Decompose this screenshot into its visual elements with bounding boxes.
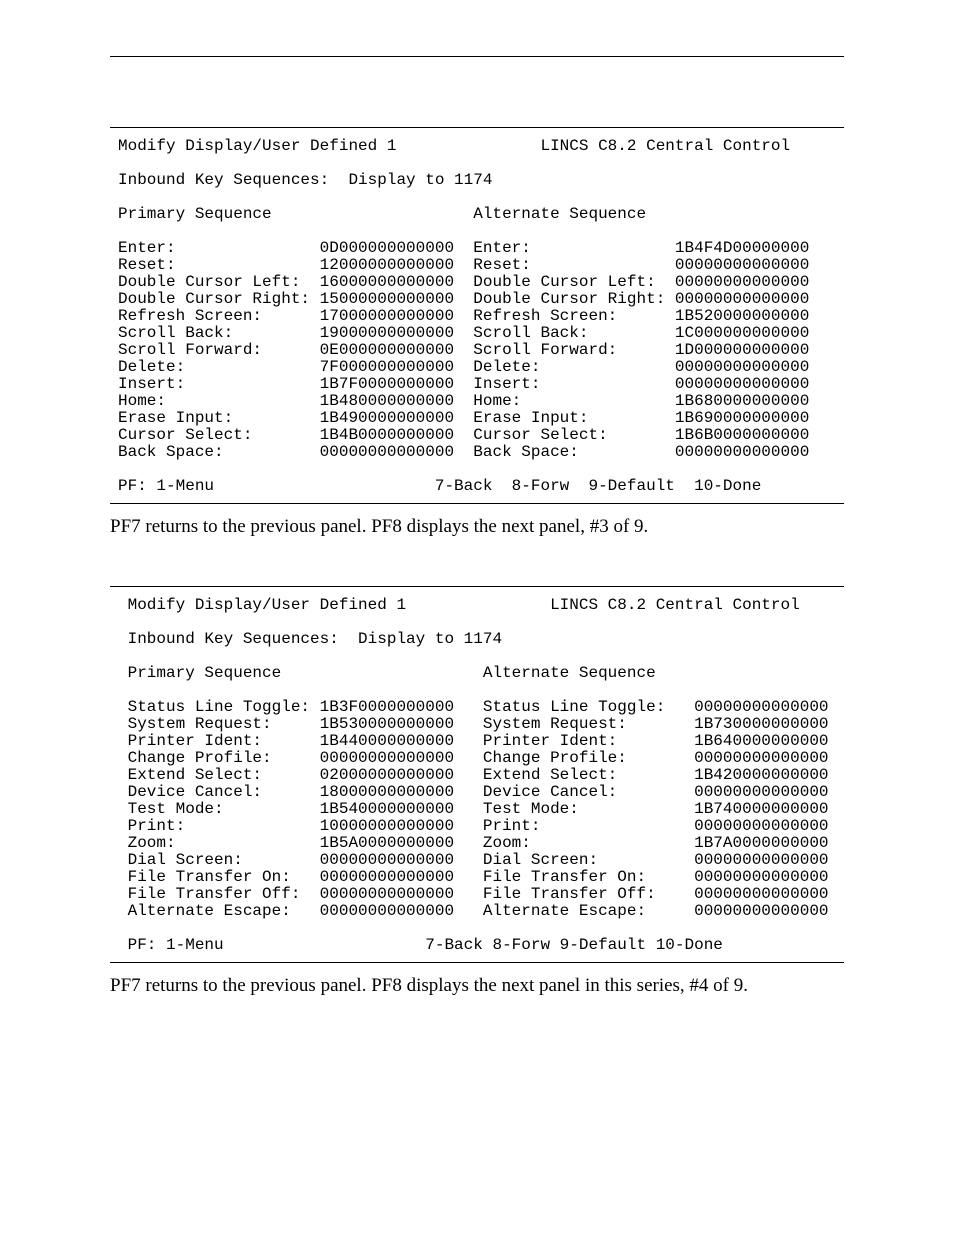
panel-3-of-9: Modify Display/User Defined 1 LINCS C8.2…	[110, 586, 844, 963]
panel-2-text: Modify Display/User Defined 1 LINCS C8.2…	[118, 137, 809, 495]
caption-panel-2: PF7 returns to the previous panel. PF8 d…	[110, 516, 844, 538]
panel-3-text: Modify Display/User Defined 1 LINCS C8.2…	[118, 596, 829, 954]
caption-panel-3: PF7 returns to the previous panel. PF8 d…	[110, 975, 844, 997]
panel-2-of-9: Modify Display/User Defined 1 LINCS C8.2…	[110, 127, 844, 504]
top-rule	[110, 56, 844, 57]
